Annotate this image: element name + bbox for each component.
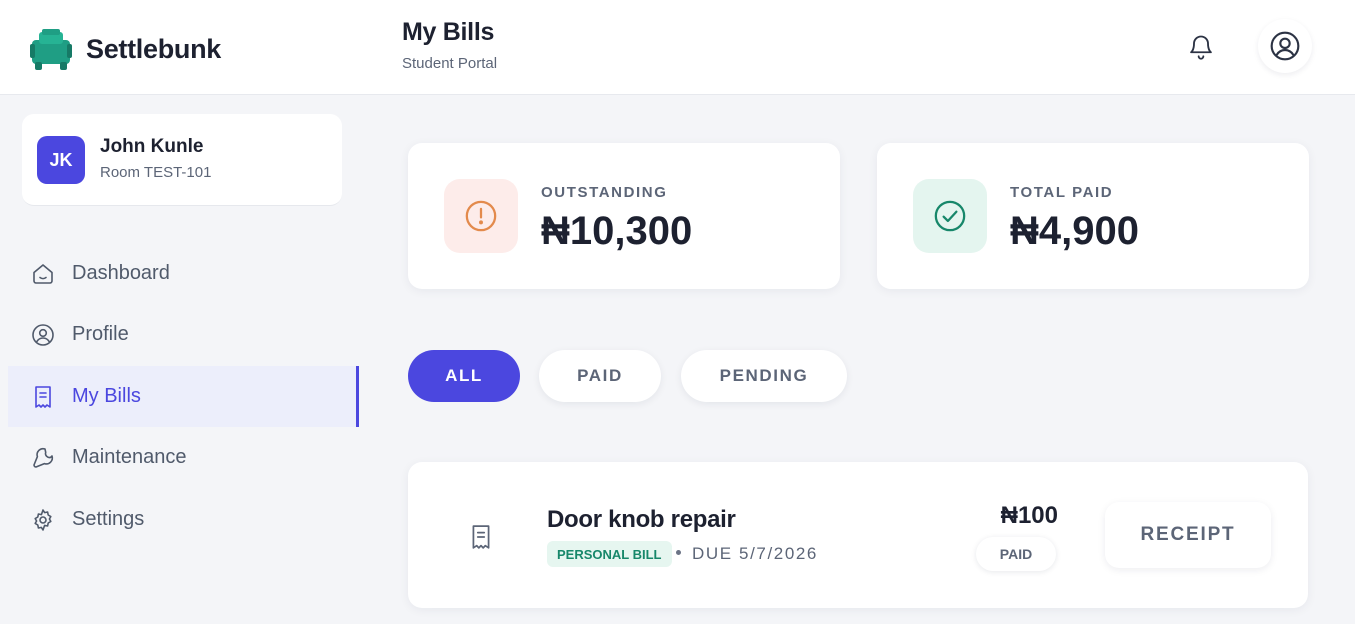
bill-title: Door knob repair (547, 506, 736, 533)
avatar: JK (37, 136, 85, 184)
filter-tab-all[interactable]: ALL (408, 350, 520, 402)
outstanding-value: ₦10,300 (541, 209, 693, 253)
separator-dot (676, 550, 681, 555)
filter-tab-pending[interactable]: PENDING (681, 350, 847, 402)
bill-due-date: DUE 5/7/2026 (692, 544, 818, 563)
alert-circle-icon (444, 179, 518, 253)
sidebar: JK John Kunle Room TEST-101 Dashboard Pr… (0, 96, 360, 624)
page-heading: My Bills Student Portal (402, 18, 497, 72)
user-name: John Kunle (100, 136, 204, 157)
bill-amount: ₦100 (1000, 502, 1058, 529)
brand-name: Settlebunk (86, 33, 222, 64)
filter-tab-paid[interactable]: PAID (539, 350, 661, 402)
page-subtitle: Student Portal (402, 55, 498, 72)
sidebar-item-label: Dashboard (72, 262, 170, 284)
user-circle-icon (1270, 31, 1300, 61)
user-room: Room TEST-101 (100, 164, 212, 181)
receipt-button[interactable]: RECEIPT (1105, 502, 1271, 568)
sidebar-item-label: My Bills (72, 385, 141, 407)
bill-status-badge: PAID (976, 537, 1056, 571)
outstanding-label: OUTSTANDING (541, 184, 668, 201)
sidebar-item-label: Settings (72, 508, 145, 530)
wrench-icon (30, 445, 56, 471)
sidebar-item-maintenance[interactable]: Maintenance (8, 427, 359, 488)
total-paid-value: ₦4,900 (1010, 209, 1139, 253)
user-card[interactable]: JK John Kunle Room TEST-101 (22, 114, 342, 206)
user-menu-button[interactable] (1258, 19, 1312, 73)
bill-category-badge: PERSONAL BILL (547, 541, 672, 567)
sidebar-item-dashboard[interactable]: Dashboard (8, 243, 359, 304)
notifications-button[interactable] (1174, 20, 1228, 74)
page-title: My Bills (402, 18, 495, 46)
brand[interactable]: Settlebunk (30, 26, 221, 72)
top-header: Settlebunk My Bills Student Portal (0, 0, 1355, 95)
bell-icon (1190, 35, 1212, 60)
total-paid-label: TOTAL PAID (1010, 184, 1114, 201)
check-circle-icon (913, 179, 987, 253)
user-circle-icon (30, 322, 56, 348)
bill-row[interactable]: Door knob repair PERSONAL BILL DUE 5/7/2… (408, 462, 1308, 608)
sidebar-item-label: Maintenance (72, 446, 187, 468)
home-icon (30, 261, 56, 287)
bunk-bed-logo-icon (30, 29, 72, 70)
sidebar-item-label: Profile (72, 323, 129, 345)
gear-icon (30, 507, 56, 533)
sidebar-item-profile[interactable]: Profile (8, 304, 359, 365)
sidebar-item-settings[interactable]: Settings (8, 489, 359, 550)
sidebar-item-my-bills[interactable]: My Bills (8, 366, 359, 427)
receipt-icon (30, 384, 56, 410)
receipt-icon (452, 508, 510, 566)
outstanding-card: OUTSTANDING ₦10,300 (408, 143, 840, 289)
total-paid-card: TOTAL PAID ₦4,900 (877, 143, 1309, 289)
